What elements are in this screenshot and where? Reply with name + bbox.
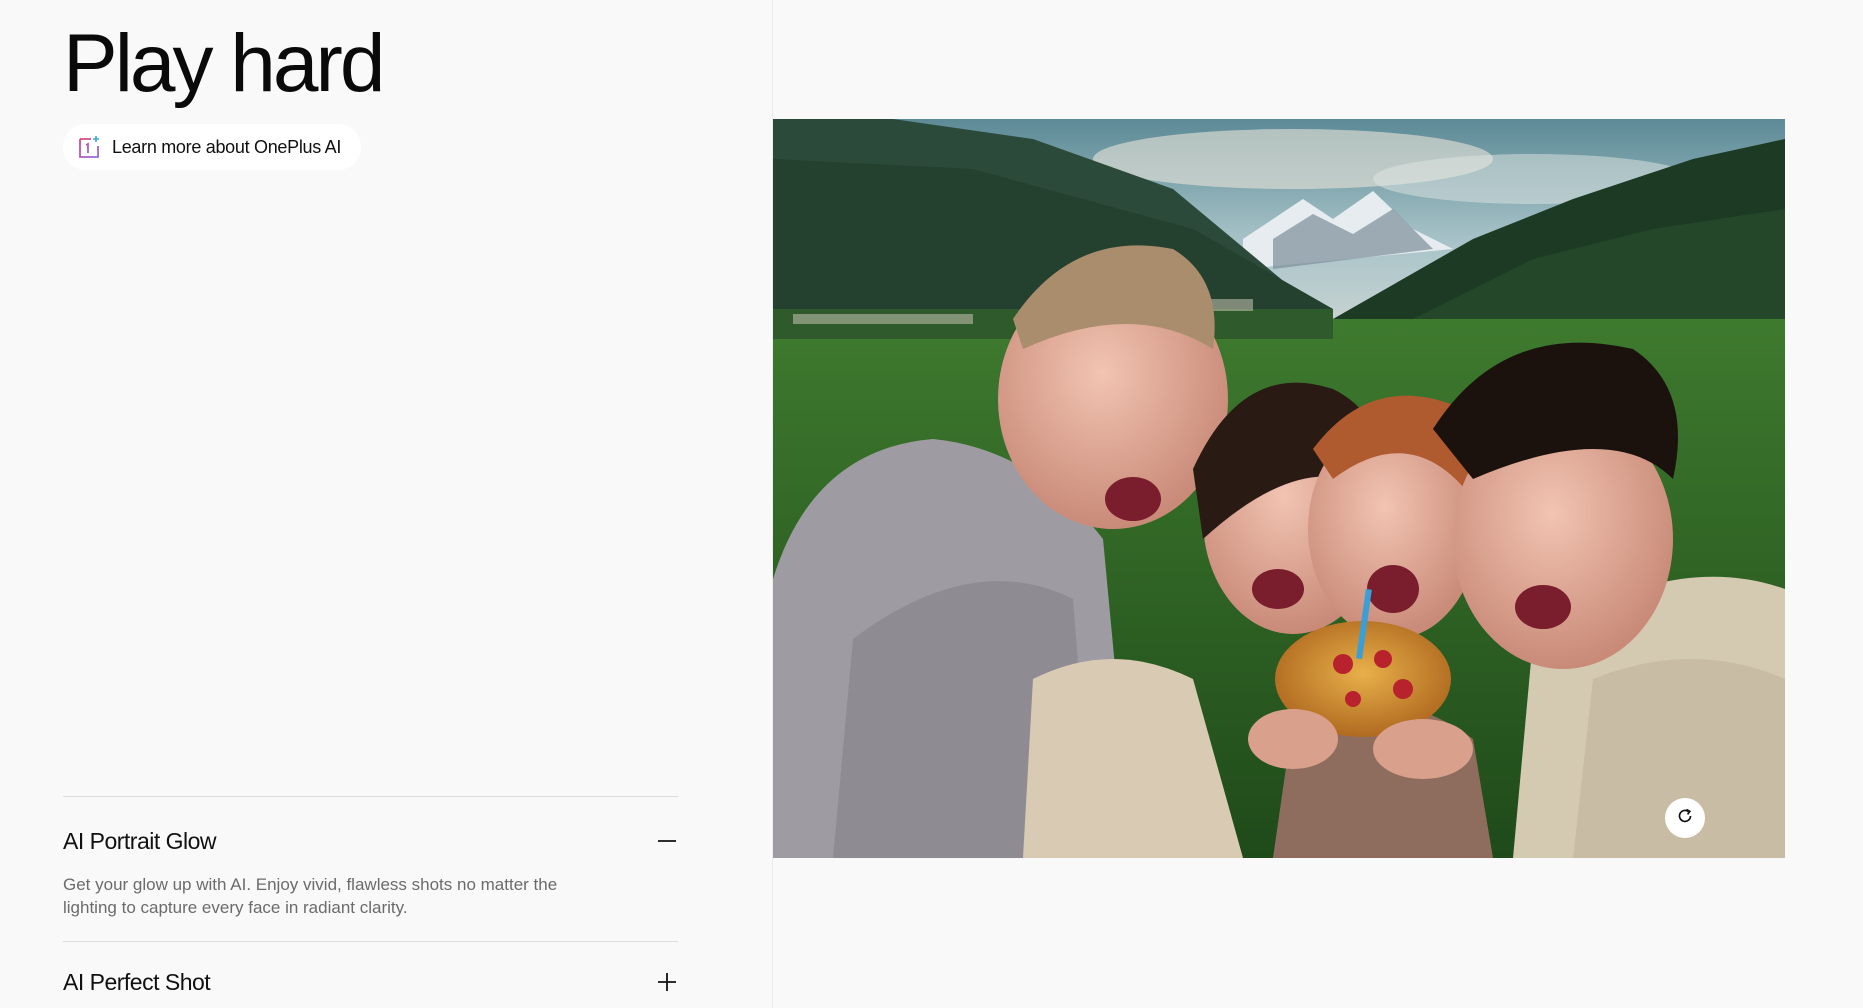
accordion-header-ai-portrait-glow[interactable]: AI Portrait Glow	[63, 819, 678, 863]
learn-more-label: Learn more about OnePlus AI	[112, 136, 342, 157]
plus-icon[interactable]	[656, 971, 678, 993]
replay-button[interactable]	[1665, 798, 1705, 838]
accordion-title: AI Portrait Glow	[63, 827, 217, 854]
oneplus-ai-logo-icon	[78, 135, 102, 159]
accordion-divider	[63, 941, 678, 942]
minus-icon[interactable]	[656, 830, 678, 852]
feature-panel: Play hard Learn more about OnePlus AI AI…	[0, 0, 772, 1008]
accordion-header-ai-perfect-shot[interactable]: AI Perfect Shot	[63, 960, 678, 1004]
accordion-item-ai-portrait-glow: AI Portrait Glow Get your glow up with A…	[63, 819, 678, 919]
accordion-divider	[63, 796, 678, 797]
page: Play hard Learn more about OnePlus AI AI…	[0, 0, 1863, 1008]
replay-icon	[1676, 807, 1694, 830]
feature-photo-portrait-glow	[773, 119, 1785, 858]
accordion-item-ai-perfect-shot: AI Perfect Shot	[63, 960, 678, 1004]
page-headline: Play hard	[63, 18, 385, 109]
learn-more-oneplus-ai-link[interactable]: Learn more about OnePlus AI	[63, 124, 362, 170]
feature-accordion: AI Portrait Glow Get your glow up with A…	[63, 796, 678, 1004]
accordion-description: Get your glow up with AI. Enjoy vivid, f…	[63, 875, 558, 917]
accordion-title: AI Perfect Shot	[63, 968, 211, 995]
group-selfie-image	[773, 119, 1785, 858]
